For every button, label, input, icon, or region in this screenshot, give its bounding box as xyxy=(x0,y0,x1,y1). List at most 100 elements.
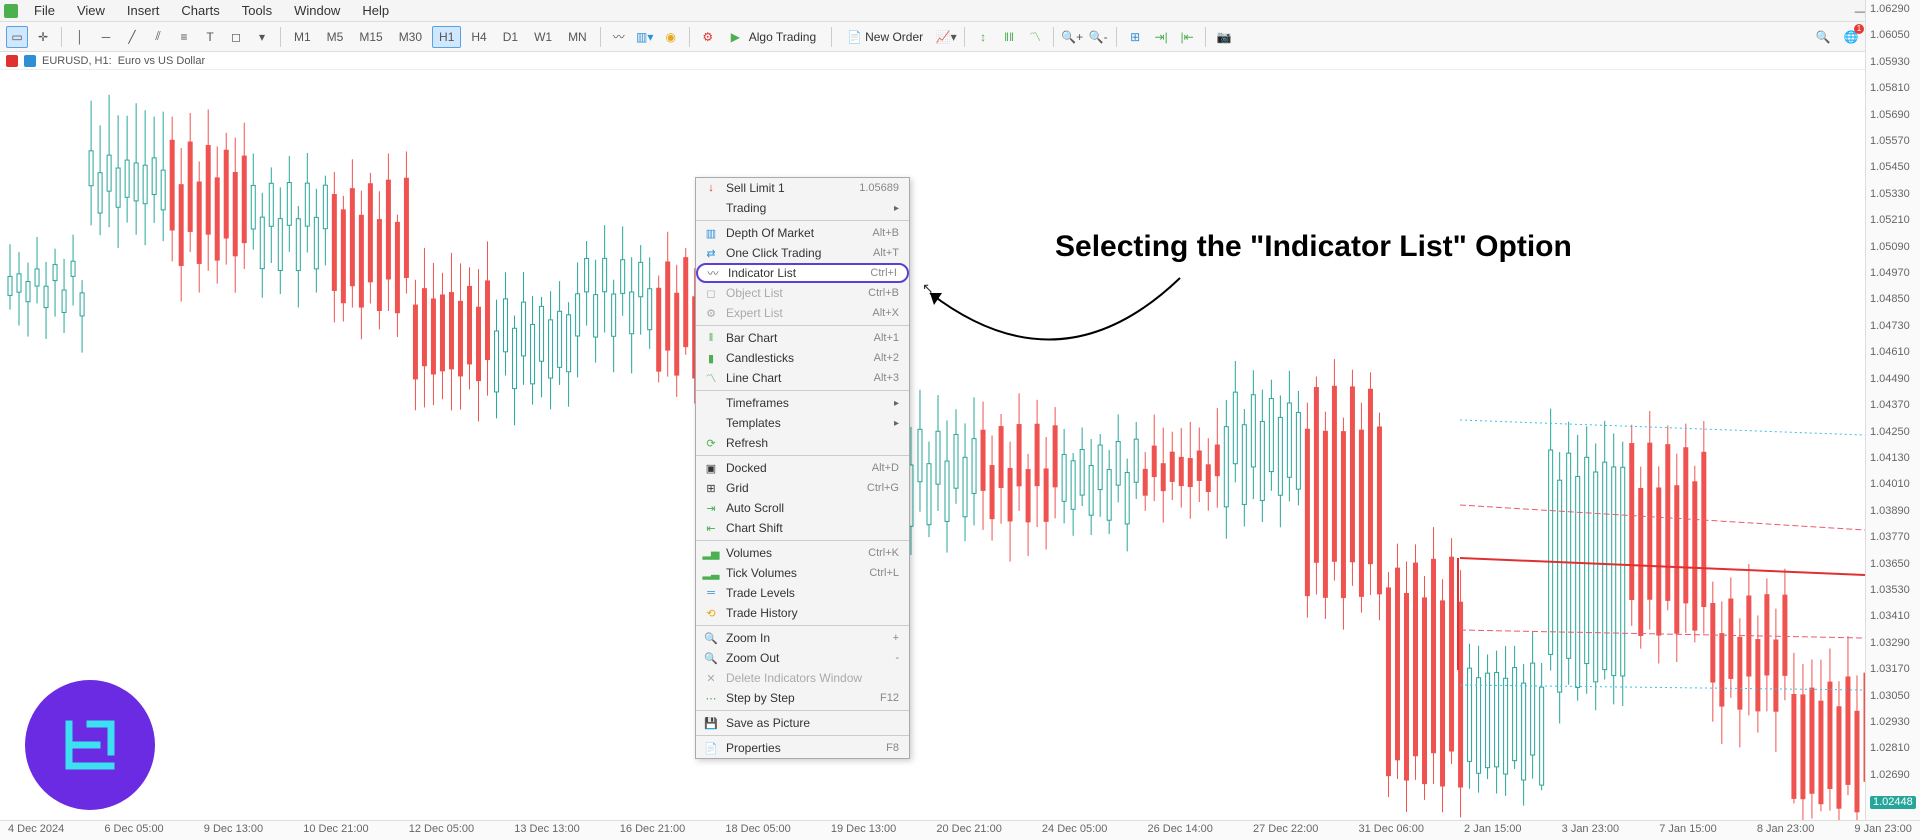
text-tool-icon[interactable]: T xyxy=(199,26,221,48)
cm-sell-limit[interactable]: ↓ Sell Limit 1 1.05689 xyxy=(696,178,909,198)
menu-file[interactable]: File xyxy=(24,1,65,20)
cm-indicator-list[interactable]: 〰 Indicator List Ctrl+I xyxy=(696,263,909,283)
trend-line-lower-dotted[interactable] xyxy=(1460,685,1865,690)
cm-trade-levels[interactable]: ═ Trade Levels xyxy=(696,583,909,603)
shift-chart-icon[interactable]: ↕ xyxy=(972,26,994,48)
vertical-line-icon[interactable]: │ xyxy=(69,26,91,48)
zoom-in-menu-icon: 🔍 xyxy=(704,631,718,645)
cm-docked[interactable]: ▣ Docked Alt+D xyxy=(696,458,909,478)
chart-context-menu: ↓ Sell Limit 1 1.05689 Trading ▸ ▥ Depth… xyxy=(695,177,910,759)
algo-trading-button[interactable]: ▶ Algo Trading xyxy=(723,27,824,47)
bar-chart-icon: ‖ xyxy=(704,331,718,345)
cm-bar-chart[interactable]: ‖ Bar Chart Alt+1 xyxy=(696,328,909,348)
horizontal-line-icon[interactable]: ─ xyxy=(95,26,117,48)
app-logo-icon xyxy=(4,4,18,18)
cm-one-click-trading[interactable]: ⇄ One Click Trading Alt+T xyxy=(696,243,909,263)
cm-save-picture[interactable]: 💾 Save as Picture xyxy=(696,713,909,733)
strategy-tester-icon[interactable]: 📈▾ xyxy=(935,26,957,48)
mql5-icon[interactable]: 🌐1 xyxy=(1840,26,1862,48)
object-dropdown-icon[interactable]: ◉ xyxy=(660,26,682,48)
menu-charts[interactable]: Charts xyxy=(171,1,229,20)
menu-tools[interactable]: Tools xyxy=(232,1,282,20)
cm-expert-list: ⚙ Expert List Alt+X xyxy=(696,303,909,323)
indicator-dropdown-icon[interactable]: 〰 xyxy=(608,26,630,48)
search-icon[interactable]: 🔍 xyxy=(1812,26,1834,48)
zoom-in-icon[interactable]: 🔍+ xyxy=(1061,26,1083,48)
trend-line-red-solid[interactable] xyxy=(1460,558,1865,575)
chart-symbol: EURUSD, H1: xyxy=(42,55,112,67)
cm-trade-history[interactable]: ⟲ Trade History xyxy=(696,603,909,623)
chart-header: EURUSD, H1: Euro vs US Dollar xyxy=(0,52,1920,70)
annotation-arrow-icon xyxy=(920,273,1200,393)
cm-depth-of-market[interactable]: ▥ Depth Of Market Alt+B xyxy=(696,223,909,243)
timeframe-m5[interactable]: M5 xyxy=(321,27,350,47)
new-order-button[interactable]: 📄 New Order xyxy=(839,27,931,47)
chart-shift-menu-icon: ⇤ xyxy=(704,521,718,535)
cm-zoom-out[interactable]: 🔍 Zoom Out - xyxy=(696,648,909,668)
shapes-tool-icon[interactable]: ◻ xyxy=(225,26,247,48)
submenu-arrow-icon: ▸ xyxy=(894,203,899,214)
submenu-arrow-icon: ▸ xyxy=(894,398,899,409)
expert-list-icon: ⚙ xyxy=(704,306,718,320)
trade-levels-icon: ═ xyxy=(704,586,718,600)
cm-trading[interactable]: Trading ▸ xyxy=(696,198,909,218)
menu-help[interactable]: Help xyxy=(352,1,399,20)
screenshot-icon[interactable]: 📷 xyxy=(1213,26,1235,48)
chart-description: Euro vs US Dollar xyxy=(118,55,205,67)
cm-step-by-step[interactable]: ⋯ Step by Step F12 xyxy=(696,688,909,708)
docked-icon: ▣ xyxy=(704,461,718,475)
cm-templates[interactable]: Templates ▸ xyxy=(696,413,909,433)
line-chart-icon[interactable]: 〽 xyxy=(1024,26,1046,48)
timeframe-m30[interactable]: M30 xyxy=(393,27,428,47)
more-shapes-icon[interactable]: ▾ xyxy=(251,26,273,48)
cm-auto-scroll[interactable]: ⇥ Auto Scroll xyxy=(696,498,909,518)
trendline-icon[interactable]: ╱ xyxy=(121,26,143,48)
algo-play-icon: ▶ xyxy=(731,30,745,44)
chart-sell-chip-icon xyxy=(6,55,18,67)
cm-zoom-in[interactable]: 🔍 Zoom In + xyxy=(696,628,909,648)
cm-timeframes[interactable]: Timeframes ▸ xyxy=(696,393,909,413)
trend-line-upper-dotted[interactable] xyxy=(1460,420,1865,435)
candlestick-chart[interactable] xyxy=(0,70,1865,820)
timeframe-h1[interactable]: H1 xyxy=(432,26,461,48)
timeframe-m15[interactable]: M15 xyxy=(353,27,388,47)
cm-candlesticks[interactable]: ▮ Candlesticks Alt+2 xyxy=(696,348,909,368)
zoom-out-menu-icon: 🔍 xyxy=(704,651,718,665)
chart-type-dropdown-icon[interactable]: ▥▾ xyxy=(634,26,656,48)
cm-grid[interactable]: ⊞ Grid Ctrl+G xyxy=(696,478,909,498)
timeframe-h4[interactable]: H4 xyxy=(465,27,492,47)
auto-scroll-icon[interactable]: ⇥| xyxy=(1150,26,1172,48)
cm-volumes[interactable]: ▂▅ Volumes Ctrl+K xyxy=(696,543,909,563)
cm-tick-volumes[interactable]: ▂▃ Tick Volumes Ctrl+L xyxy=(696,563,909,583)
timeframe-mn[interactable]: MN xyxy=(562,27,593,47)
zoom-out-icon[interactable]: 🔍- xyxy=(1087,26,1109,48)
volumes-icon: ▂▅ xyxy=(704,546,718,560)
sell-limit-icon: ↓ xyxy=(704,181,718,195)
cm-line-chart[interactable]: 〽 Line Chart Alt+3 xyxy=(696,368,909,388)
cm-chart-shift[interactable]: ⇤ Chart Shift xyxy=(696,518,909,538)
cm-delete-indicators: ✕ Delete Indicators Window xyxy=(696,668,909,688)
menu-insert[interactable]: Insert xyxy=(117,1,170,20)
timeframe-m1[interactable]: M1 xyxy=(288,27,317,47)
timeframe-d1[interactable]: D1 xyxy=(497,27,524,47)
chart-buy-chip-icon xyxy=(24,55,36,67)
cursor-tool-icon[interactable]: ▭ xyxy=(6,26,28,48)
expert-advisor-icon[interactable]: ⚙ xyxy=(697,26,719,48)
tile-windows-icon[interactable]: ⊞ xyxy=(1124,26,1146,48)
timeframe-w1[interactable]: W1 xyxy=(528,27,558,47)
step-icon: ⋯ xyxy=(704,691,718,705)
trade-history-icon: ⟲ xyxy=(704,606,718,620)
menu-window[interactable]: Window xyxy=(284,1,350,20)
chart-shift-icon[interactable]: |⇤ xyxy=(1176,26,1198,48)
channel-icon[interactable]: ⫽ xyxy=(147,26,169,48)
cm-refresh[interactable]: ⟳ Refresh xyxy=(696,433,909,453)
crosshair-tool-icon[interactable]: ✛ xyxy=(32,26,54,48)
time-axis: 4 Dec 20246 Dec 05:009 Dec 13:0010 Dec 2… xyxy=(0,820,1920,840)
object-list-icon: ◻ xyxy=(704,286,718,300)
trend-line-dashed-1[interactable] xyxy=(1460,505,1865,530)
bars-icon[interactable]: ‖‖ xyxy=(998,26,1020,48)
menu-view[interactable]: View xyxy=(67,1,115,20)
cm-properties[interactable]: 📄 Properties F8 xyxy=(696,738,909,758)
fibonacci-icon[interactable]: ≡ xyxy=(173,26,195,48)
trend-line-dashed-2[interactable] xyxy=(1460,630,1865,638)
